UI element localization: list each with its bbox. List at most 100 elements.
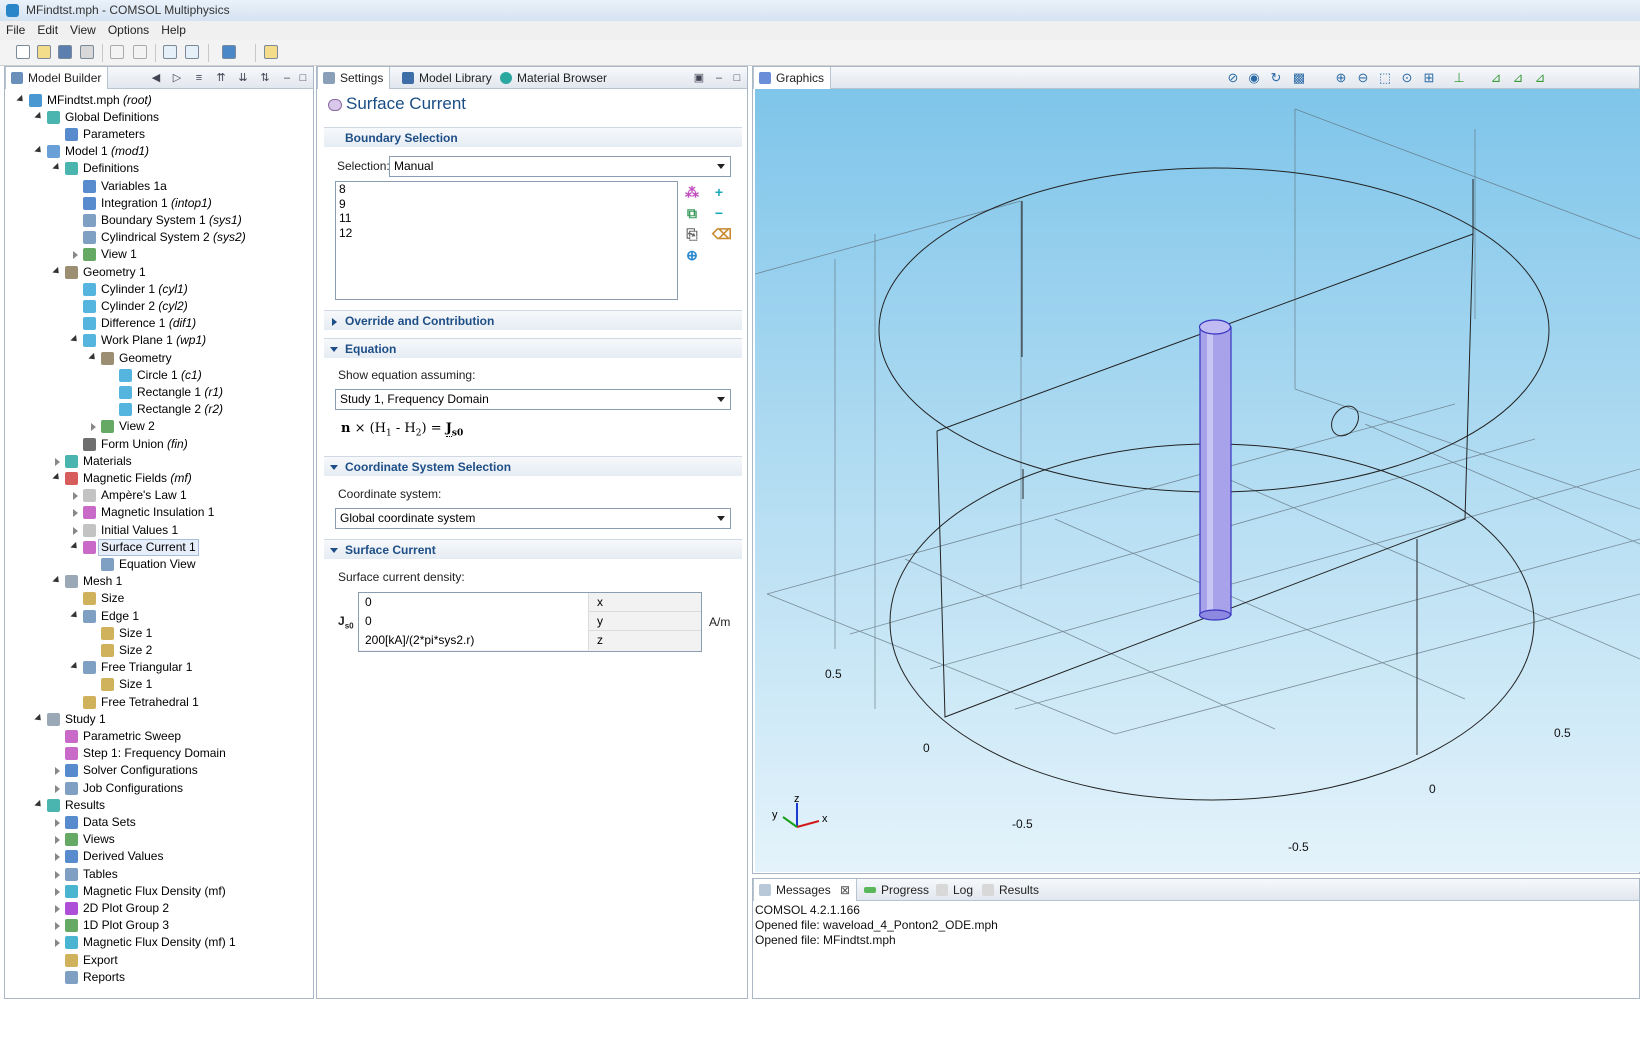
tree-node[interactable]: Definitions: [5, 160, 305, 177]
zoom-in-icon[interactable]: ⊕: [1334, 71, 1348, 85]
expand-toggle-icon[interactable]: [55, 904, 60, 913]
tree-node[interactable]: Geometry: [5, 350, 305, 367]
list-item[interactable]: 9: [336, 197, 677, 212]
expand-toggle-icon[interactable]: [55, 870, 60, 879]
section-surface-current[interactable]: Surface Current: [324, 539, 742, 559]
tab-model-library[interactable]: Model Library: [397, 67, 498, 89]
tree-node[interactable]: Size 2: [5, 642, 305, 659]
collapse-icon[interactable]: ⇊: [237, 72, 249, 84]
tree-node[interactable]: Model 1 (mod1): [5, 143, 305, 160]
expand-toggle-icon[interactable]: [73, 526, 78, 535]
jy-input[interactable]: 0: [359, 612, 589, 631]
tree-node[interactable]: Data Sets: [5, 814, 305, 831]
minimize-icon[interactable]: –: [281, 72, 293, 84]
layout-icon[interactable]: [264, 45, 278, 59]
equation-view-toggle-icon[interactable]: ▣: [693, 72, 705, 84]
tree-node[interactable]: 1D Plot Group 3: [5, 917, 305, 934]
print-icon[interactable]: [80, 45, 94, 59]
expand-toggle-icon[interactable]: [55, 939, 60, 948]
tree-node[interactable]: Study 1: [5, 711, 305, 728]
menu-edit[interactable]: Edit: [31, 21, 64, 40]
tree-node[interactable]: Magnetic Flux Density (mf) 1: [5, 934, 305, 951]
tree-node[interactable]: Materials: [5, 453, 305, 470]
tree-node[interactable]: Form Union (fin): [5, 436, 305, 453]
expand-toggle-icon[interactable]: [55, 784, 60, 793]
refresh-icon[interactable]: ↻: [1269, 71, 1283, 85]
expand-toggle-icon[interactable]: [73, 509, 78, 518]
expand-icon[interactable]: ⇈: [215, 72, 227, 84]
jz-input[interactable]: 200[kA]/(2*pi*sys2.r): [359, 631, 589, 650]
list-item[interactable]: 8: [336, 182, 677, 197]
undo-icon[interactable]: [110, 45, 124, 59]
collapse-toggle-icon[interactable]: [70, 541, 80, 551]
tree-node[interactable]: Variables 1a: [5, 178, 305, 195]
tree-node[interactable]: View 2: [5, 418, 305, 435]
close-icon[interactable]: ⊠: [840, 883, 850, 897]
tree-node[interactable]: Solver Configurations: [5, 762, 305, 779]
model-wizard-icon[interactable]: [222, 45, 236, 59]
selection-dropdown[interactable]: Manual: [389, 156, 731, 177]
collapse-toggle-icon[interactable]: [70, 335, 80, 345]
section-equation[interactable]: Equation: [324, 338, 742, 358]
dynamic-help-icon[interactable]: [185, 45, 199, 59]
tab-messages[interactable]: Messages ⊠: [753, 879, 858, 901]
coordinate-system-dropdown[interactable]: Global coordinate system: [335, 508, 731, 529]
boundary-selection-list[interactable]: 8 9 11 12: [335, 181, 678, 300]
tree-node[interactable]: Job Configurations: [5, 780, 305, 797]
tree-node[interactable]: Parameters: [5, 126, 305, 143]
tree-node[interactable]: Cylinder 1 (cyl1): [5, 281, 305, 298]
tree-node[interactable]: Derived Values: [5, 848, 305, 865]
expand-toggle-icon[interactable]: [55, 836, 60, 845]
tree-node[interactable]: Export: [5, 952, 305, 969]
collapse-toggle-icon[interactable]: [52, 266, 62, 276]
tree-node[interactable]: Edge 1: [5, 608, 305, 625]
tab-log[interactable]: Log: [931, 879, 979, 901]
tab-progress[interactable]: Progress: [859, 879, 935, 901]
open-file-icon[interactable]: [37, 45, 51, 59]
tree-node[interactable]: Boundary System 1 (sys1): [5, 212, 305, 229]
zoom-out-icon[interactable]: ⊖: [1356, 71, 1370, 85]
zoom-to-selection-icon[interactable]: ⊕: [685, 248, 699, 262]
tab-results[interactable]: Results: [977, 879, 1045, 901]
remove-from-selection-icon[interactable]: −: [712, 206, 726, 220]
view-zx-icon[interactable]: ⊿: [1533, 71, 1547, 85]
add-to-selection-icon[interactable]: +: [712, 185, 726, 199]
tree-node[interactable]: Size 1: [5, 676, 305, 693]
study-dropdown[interactable]: Study 1, Frequency Domain: [335, 389, 731, 410]
view-yz-icon[interactable]: ⊿: [1511, 71, 1525, 85]
collapse-toggle-icon[interactable]: [34, 713, 44, 723]
sort-icon[interactable]: ⇅: [259, 72, 271, 84]
expand-toggle-icon[interactable]: [55, 818, 60, 827]
collapse-toggle-icon[interactable]: [52, 163, 62, 173]
settings-minimize-icon[interactable]: –: [713, 72, 725, 84]
menu-help[interactable]: Help: [155, 21, 192, 40]
expand-toggle-icon[interactable]: [55, 922, 60, 931]
maximize-icon[interactable]: □: [297, 72, 309, 84]
menu-view[interactable]: View: [64, 21, 102, 40]
tree-node[interactable]: Cylinder 2 (cyl2): [5, 298, 305, 315]
help-icon[interactable]: [163, 45, 177, 59]
jx-input[interactable]: 0: [359, 593, 589, 612]
tree-node[interactable]: Surface Current 1: [5, 538, 305, 556]
zoom-box-icon[interactable]: ⬚: [1378, 71, 1392, 85]
tree-node[interactable]: 2D Plot Group 2: [5, 900, 305, 917]
tree-node[interactable]: Global Definitions: [5, 109, 305, 126]
section-boundary-selection[interactable]: Boundary Selection: [324, 127, 742, 147]
collapse-toggle-icon[interactable]: [70, 661, 80, 672]
expand-toggle-icon[interactable]: [91, 423, 96, 432]
collapse-toggle-icon[interactable]: [52, 575, 62, 586]
section-coordinate-system[interactable]: Coordinate System Selection: [324, 456, 742, 476]
expand-toggle-icon[interactable]: [73, 492, 78, 501]
expand-toggle-icon[interactable]: [55, 887, 60, 896]
tree-node[interactable]: Rectangle 2 (r2): [5, 401, 305, 418]
redo-icon[interactable]: [133, 45, 147, 59]
tab-graphics[interactable]: Graphics: [753, 67, 832, 89]
render-mode-icon[interactable]: ▩: [1292, 71, 1306, 85]
list-item[interactable]: 12: [336, 226, 677, 241]
tab-settings[interactable]: Settings: [317, 67, 391, 89]
tree-node[interactable]: Cylindrical System 2 (sys2): [5, 229, 305, 246]
collapse-toggle-icon[interactable]: [16, 94, 26, 104]
tree-node[interactable]: Difference 1 (dif1): [5, 315, 305, 332]
collapse-toggle-icon[interactable]: [34, 111, 44, 121]
expand-toggle-icon[interactable]: [73, 251, 78, 260]
